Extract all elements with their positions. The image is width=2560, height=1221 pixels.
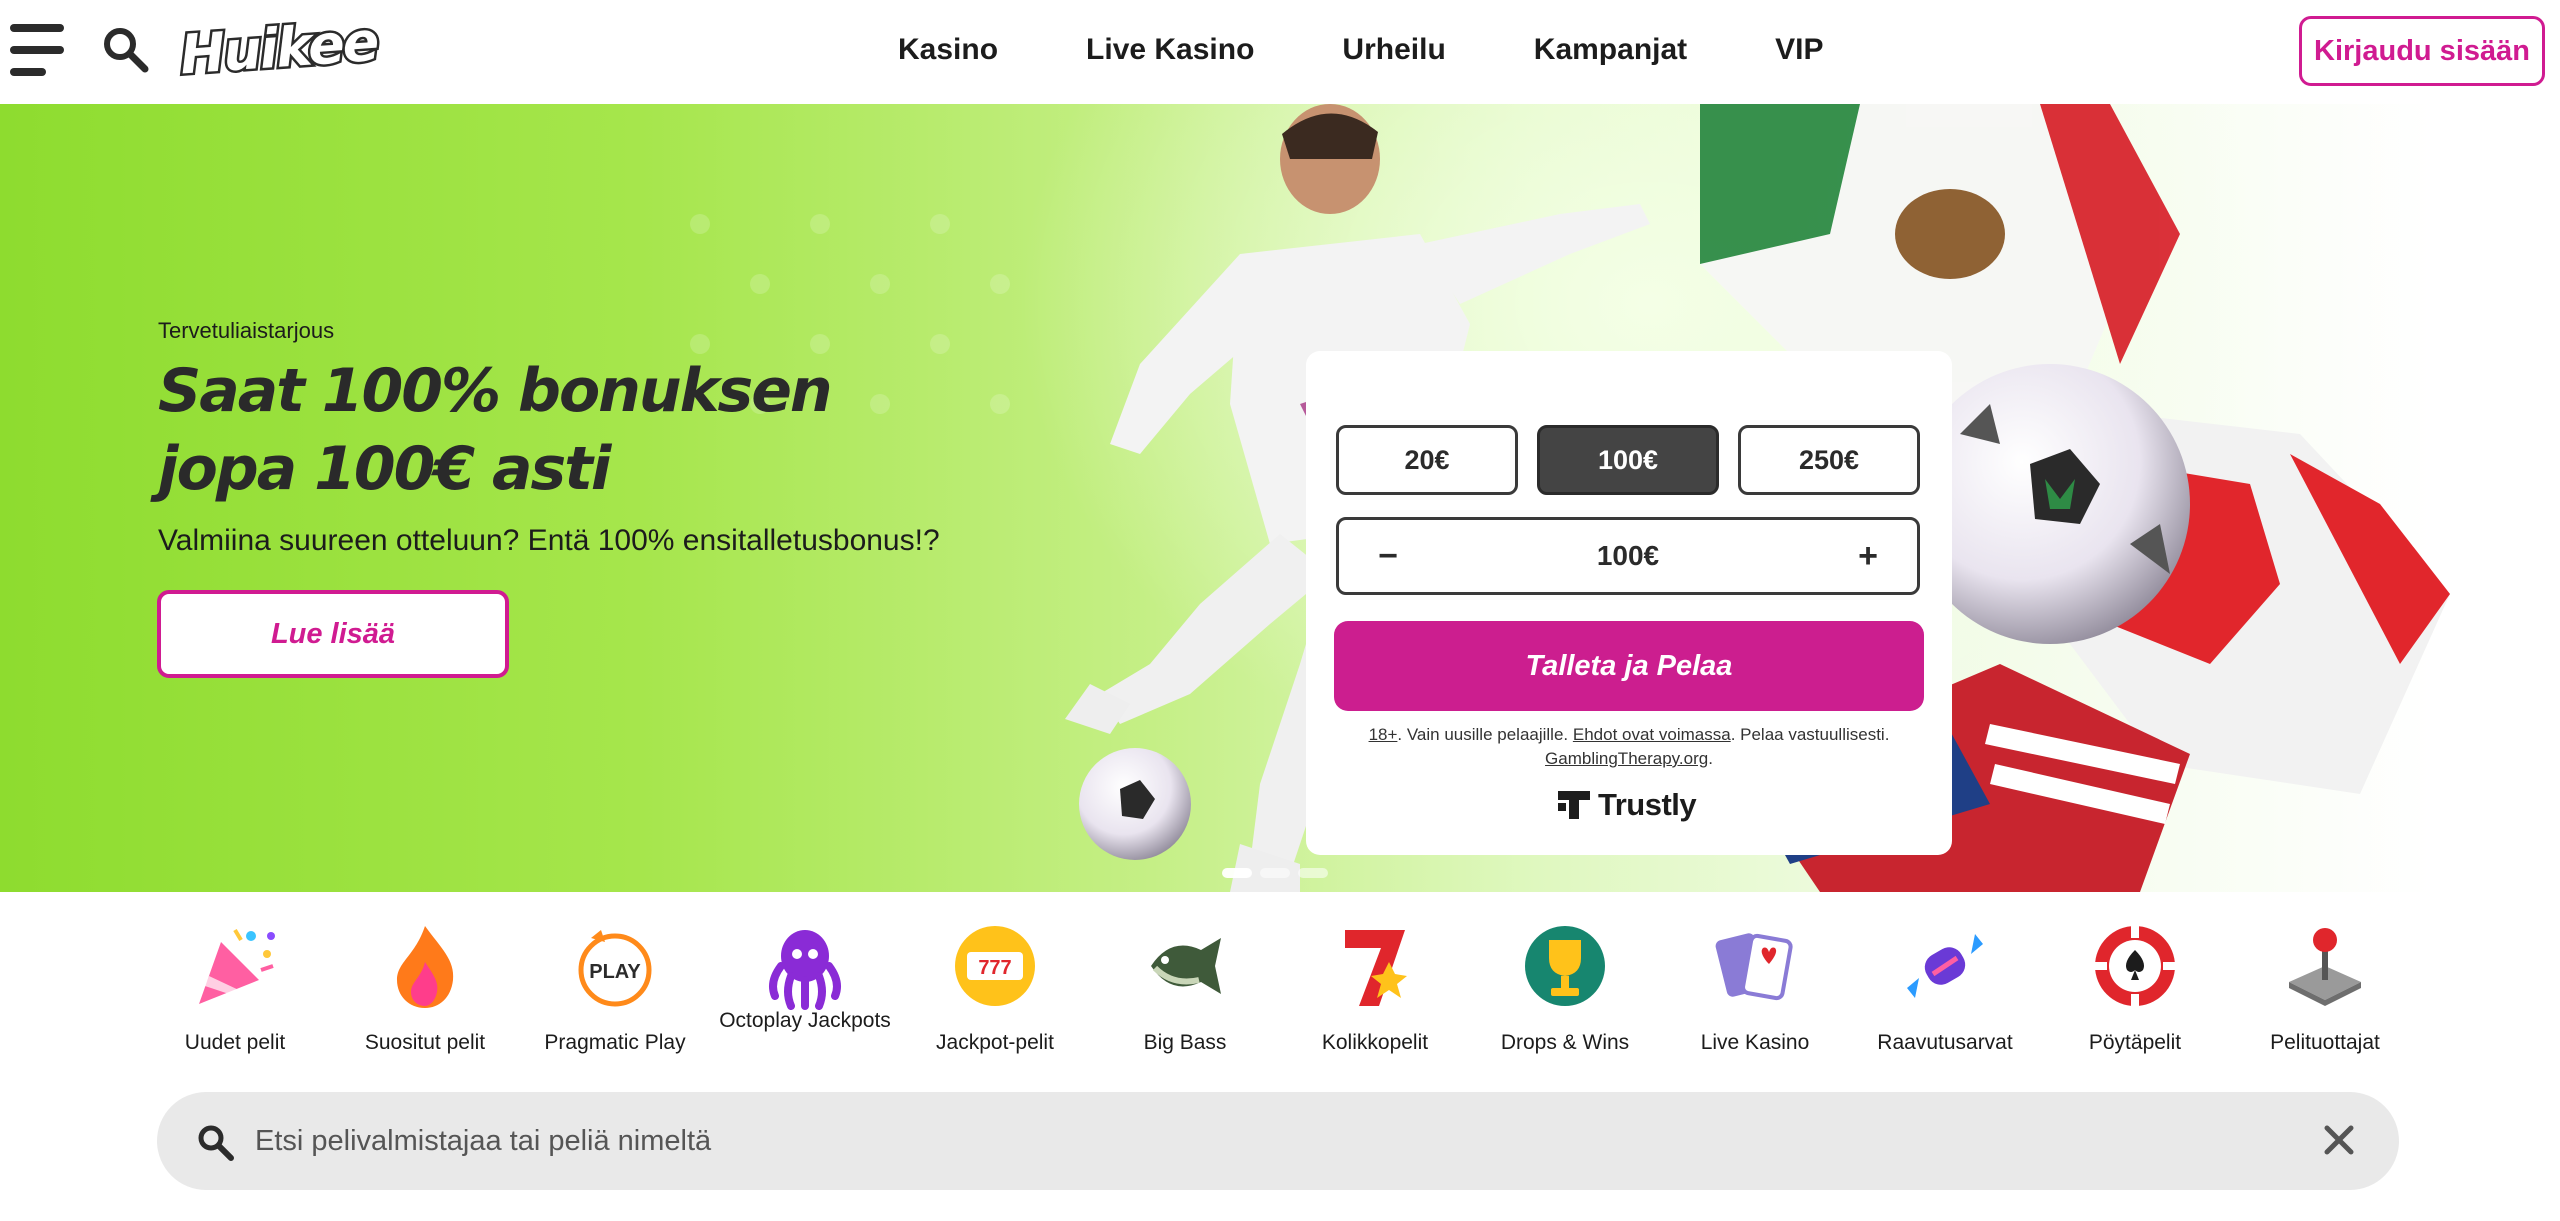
category-label: Raavutusarvat [1877,1031,2013,1054]
category-label: Pragmatic Play [544,1031,686,1054]
increase-button[interactable]: + [1829,520,1907,592]
lucky-seven-icon [1345,930,1407,1006]
trophy-icon [1525,926,1605,1006]
slot-777-icon: 777 [955,926,1035,1006]
decrease-button[interactable]: − [1349,520,1427,592]
hero-title: Saat 100% bonuksen jopa 100€ asti [158,356,833,504]
search-icon [198,1125,234,1161]
trustly-mark-icon [1558,791,1590,819]
nav-kasino[interactable]: Kasino [898,30,998,70]
category-label: Octoplay Jackpots [719,1009,891,1032]
hero-banner: Tervetuliaistarjous Saat 100% bonuksen j… [0,104,2560,892]
amount-option-100[interactable]: 100€ [1537,425,1719,495]
carousel-dot-2[interactable] [1260,868,1290,878]
terms-text-2: . Pelaa vastuullisesti. [1730,725,1890,744]
pragmatic-play-icon: PLAY [578,930,652,1007]
hamburger-menu-icon[interactable] [10,22,66,76]
close-icon[interactable] [2319,1120,2359,1160]
category-scratch-cards[interactable]: Raavutusarvat [1850,922,2040,1062]
svg-text:777: 777 [978,957,1011,979]
category-live-casino[interactable]: Live Kasino [1660,922,1850,1062]
hero-subtitle: Valmiina suureen otteluun? Entä 100% ens… [158,524,940,557]
category-label: Pelituottajat [2270,1031,2380,1054]
soccer-ball-small [1079,748,1191,860]
login-button[interactable]: Kirjaudu sisään [2299,16,2545,86]
logo-text: Huikee [175,7,381,89]
category-popular-games[interactable]: Suositut pelit [330,922,520,1062]
category-label: Jackpot-pelit [936,1031,1054,1054]
hero-eyebrow: Tervetuliaistarjous [158,318,335,343]
amount-option-250[interactable]: 250€ [1738,425,1920,495]
category-pragmatic-play[interactable]: PLAY Pragmatic Play [520,922,710,1062]
category-providers[interactable]: Pelituottajat [2230,922,2420,1062]
amount-stepper: − 100€ + [1336,517,1920,595]
category-octoplay-jackpots[interactable]: Octoplay Jackpots [710,922,900,1062]
carousel-dot-1[interactable] [1222,868,1252,878]
nav-live-kasino[interactable]: Live Kasino [1086,30,1254,70]
party-popper-icon [199,928,275,1004]
poker-chip-icon [2095,926,2175,1006]
joystick-icon [2289,928,2361,1006]
category-bar: Uudet pelit Suositut pelit PLAY Pragmati… [140,922,2400,1072]
age-limit-link[interactable]: 18+ [1369,725,1398,744]
cards-icon [1715,933,1793,1001]
terms-link[interactable]: Ehdot ovat voimassa [1573,725,1731,744]
category-label: Big Bass [1143,1031,1227,1054]
svg-text:PLAY: PLAY [589,961,641,983]
deposit-and-play-button[interactable]: Talleta ja Pelaa [1334,621,1924,711]
category-new-games[interactable]: Uudet pelit [140,922,330,1062]
fish-icon [1151,938,1221,994]
terms-text-3: . [1708,749,1713,768]
category-label: Live Kasino [1700,1031,1810,1054]
category-jackpot-games[interactable]: 777 Jackpot-pelit [900,922,1090,1062]
category-label: Suositut pelit [364,1031,486,1054]
terms-text-1: . Vain uusille pelaajille. [1397,725,1573,744]
deposit-card: 20€ 100€ 250€ − 100€ + Talleta ja Pelaa … [1306,351,1952,855]
terms-text: 18+. Vain uusille pelaajille. Ehdot ovat… [1326,723,1932,771]
site-header: Huikee Kasino Live Kasino Urheilu Kampan… [0,0,2560,104]
amount-option-20[interactable]: 20€ [1336,425,1518,495]
candy-icon [1907,934,1983,998]
huikee-logo[interactable]: Huikee [175,7,381,89]
category-label: Uudet pelit [184,1031,286,1054]
category-slots[interactable]: Kolikkopelit [1280,922,1470,1062]
game-search-input[interactable] [255,1110,2235,1172]
carousel-dot-3[interactable] [1298,868,1328,878]
flame-icon [397,926,454,1008]
category-label: Drops & Wins [1500,1031,1630,1054]
search-icon[interactable] [100,24,150,74]
nav-kampanjat[interactable]: Kampanjat [1534,30,1687,70]
carousel-dots [1222,868,1328,878]
category-label: Pöytäpelit [2088,1031,2182,1054]
soccer-ball-large [1910,364,2190,644]
trustly-logo: Trustly [1558,787,1697,823]
nav-vip[interactable]: VIP [1775,30,1823,70]
category-drops-wins[interactable]: Drops & Wins [1470,922,1660,1062]
category-label: Kolikkopelit [1321,1031,1429,1054]
nav-urheilu[interactable]: Urheilu [1342,30,1445,70]
octopus-icon [769,930,841,1010]
amount-value[interactable]: 100€ [1439,520,1817,592]
game-search-bar [157,1092,2399,1190]
trustly-text: Trustly [1598,787,1697,822]
gambling-therapy-link[interactable]: GamblingTherapy.org [1545,749,1708,768]
read-more-button[interactable]: Lue lisää [157,590,509,678]
category-big-bass[interactable]: Big Bass [1090,922,1280,1062]
category-table-games[interactable]: Pöytäpelit [2040,922,2230,1062]
main-nav: Kasino Live Kasino Urheilu Kampanjat VIP [898,30,1824,70]
